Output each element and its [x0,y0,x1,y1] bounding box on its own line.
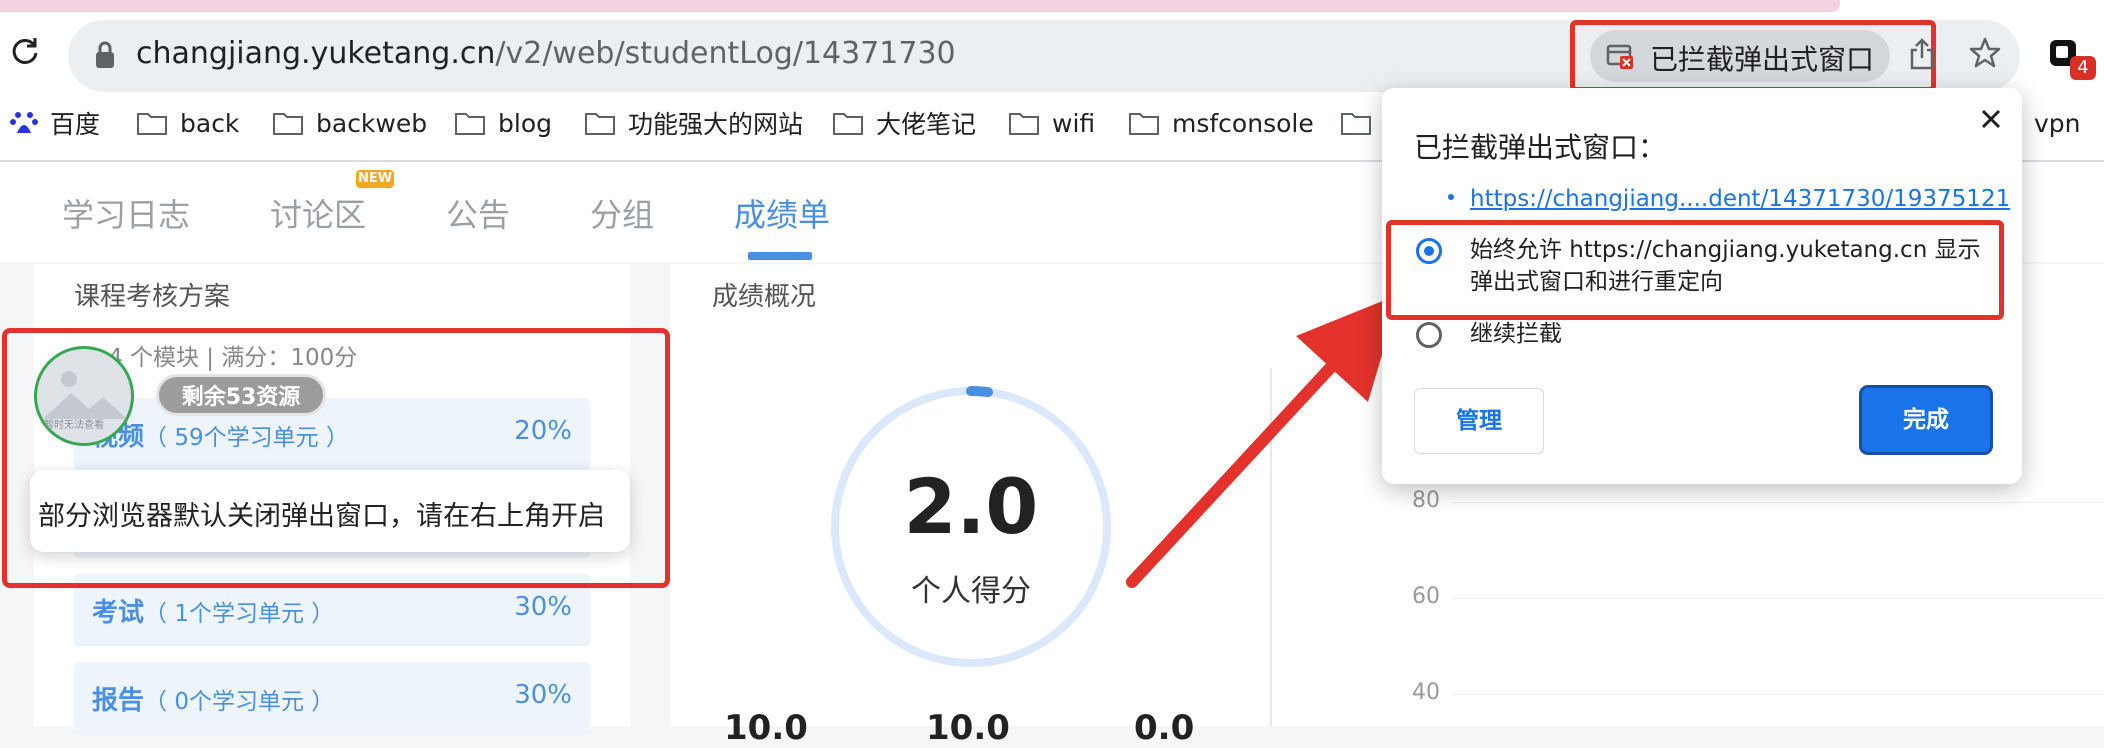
bookmark-label: wifi [1052,108,1096,138]
bookmark-star-icon[interactable] [1968,36,2002,70]
score-stat-3: 0.0 [1134,708,1195,748]
bookmark-baidu[interactable]: 百度 [10,106,100,140]
bookmark-folder-notes[interactable]: 大佬笔记 [832,106,976,140]
score-stat-2: 10.0 [926,708,1010,748]
score-stat-1: 10.0 [724,708,808,748]
new-badge: NEW [356,170,394,188]
annotation-arrow [1126,294,1400,588]
bookmark-label: blog [498,108,552,138]
folder-icon [1129,113,1159,135]
reload-icon[interactable] [10,36,40,66]
folder-icon [833,113,863,135]
grid-line [1452,502,2104,503]
baidu-paw-icon [10,112,38,133]
bookmark-folder-partial[interactable] [1340,106,1384,140]
bookmark-folder-blog[interactable]: blog [454,106,552,140]
folder-icon [1009,113,1039,135]
done-button[interactable]: 完成 [1862,388,1990,452]
module-row-report[interactable]: 报告（ 0个学习单元 ） 30% [74,662,590,734]
assessment-title: 课程考核方案 [74,282,231,312]
link-bullet [1448,194,1454,200]
bookmark-folder-backweb[interactable]: backweb [272,106,427,140]
module-title: 报告 [92,686,145,716]
module-name: 报告（ 0个学习单元 ） [92,680,334,717]
folder-icon [455,113,485,135]
bookmark-label: msfconsole [1172,108,1314,138]
personal-score: 2.0 [903,462,1039,551]
tab-discussion[interactable]: 讨论区 [270,190,366,236]
personal-score-label: 个人得分 [911,574,1031,609]
annotation-box-chip [1570,20,1936,92]
bookmark-folder-back[interactable]: back [136,106,239,140]
annotation-box-popup [1386,220,2004,320]
bookmark-folder-tools[interactable]: 功能强大的网站 [584,106,803,140]
tab-study-log[interactable]: 学习日志 [62,190,190,236]
url-host: changjiang.yuketang.cn [136,36,496,71]
folder-icon [585,113,615,135]
dialog-title: 已拦截弹出式窗口： [1414,131,1667,164]
url-text[interactable]: changjiang.yuketang.cn/v2/web/studentLog… [136,36,956,71]
folder-icon [137,113,167,135]
manage-button[interactable]: 管理 [1414,388,1544,454]
module-units: （ 0个学习单元 ） [144,689,335,715]
bookmark-label: 功能强大的网站 [628,110,804,139]
score-section-title: 成绩概况 [712,282,817,312]
bookmark-folder-wifi[interactable]: wifi [1008,106,1095,140]
y-tick-40: 40 [1412,680,1440,705]
bookmark-folder-msfconsole[interactable]: msfconsole [1128,106,1314,140]
share-icon[interactable] [1908,38,1936,70]
lock-icon[interactable] [94,40,116,70]
bookmark-label: back [180,108,240,138]
annotation-box-left [2,328,670,588]
module-weight: 30% [514,680,572,710]
blocked-popup-link[interactable]: https://changjiang....dent/14371730/1937… [1470,186,2010,212]
module-title: 考试 [92,598,145,628]
module-units: （ 1个学习单元 ） [144,601,335,627]
url-path: /v2/web/studentLog/14371730 [495,36,956,71]
tab-announcement[interactable]: 公告 [446,190,510,236]
bookmark-label: 大佬笔记 [876,110,977,139]
extension-badge: 4 [2070,56,2096,80]
radio-keep-blocking[interactable] [1416,322,1442,348]
grid-line [1452,694,2104,695]
folder-icon [1341,113,1371,135]
bookmark-label: 百度 [50,110,101,139]
active-tab-indicator [748,252,812,260]
module-name: 考试（ 1个学习单元 ） [92,592,334,629]
folder-icon [273,113,303,135]
tab-groups[interactable]: 分组 [590,190,654,236]
module-weight: 30% [514,592,572,622]
bookmark-label: backweb [316,108,428,138]
grid-line [1452,598,2104,599]
tab-gradebook[interactable]: 成绩单 [734,190,830,236]
option-keep-blocking[interactable]: 继续拦截 [1470,318,1562,350]
tab-strip-highlight [0,0,1840,12]
bookmark-label: vpn [2034,108,2081,138]
bookmark-vpn[interactable]: vpn [2034,106,2081,140]
close-icon[interactable] [1976,104,2006,134]
